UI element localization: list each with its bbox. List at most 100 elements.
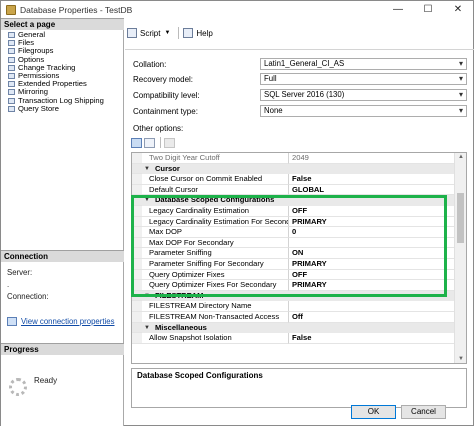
- property-row[interactable]: Query Optimizer Fixes For Secondary PRIMA…: [132, 280, 455, 291]
- database-properties-window: Database Properties - TestDB — ☐ ✕ Selec…: [0, 0, 474, 426]
- progress-spinner-icon: [9, 378, 27, 396]
- row-gutter: [132, 153, 142, 164]
- page-item[interactable]: Query Store: [1, 103, 124, 113]
- row-gutter: [132, 237, 142, 249]
- category-label: Cursor: [154, 163, 180, 173]
- connection-properties-icon: [7, 317, 17, 326]
- category-header[interactable]: ▼ FILESTREAM: [142, 290, 455, 302]
- property-value[interactable]: Off: [289, 312, 455, 323]
- collapse-chevron-icon[interactable]: ▼: [144, 195, 150, 206]
- collapse-chevron-icon[interactable]: ▼: [144, 291, 150, 302]
- main-panel: Script ▼ Help Collation: Latin1_General_…: [125, 18, 474, 426]
- property-value[interactable]: ON: [289, 248, 455, 259]
- property-row[interactable]: Legacy Cardinality Estimation OFF: [132, 206, 455, 217]
- page-item-label: Query Store: [18, 103, 59, 113]
- property-row[interactable]: Max DOP For Secondary: [132, 237, 455, 249]
- script-button[interactable]: Script ▼: [127, 28, 170, 38]
- category-header[interactable]: ▼ Database Scoped Configurations: [142, 195, 455, 206]
- page-icon: [8, 73, 15, 80]
- toolbar-divider: [125, 49, 474, 50]
- property-grid-scrollbar[interactable]: ▲ ▼: [454, 153, 466, 363]
- view-connection-properties-link[interactable]: View connection properties: [7, 317, 114, 326]
- category-label: Database Scoped Configurations: [154, 195, 275, 205]
- property-pages-icon[interactable]: [164, 137, 175, 148]
- help-button[interactable]: Help: [183, 28, 213, 38]
- property-grid[interactable]: Allow Snapshot Isolation False ▼ Miscellane…: [131, 152, 467, 364]
- collapse-chevron-icon[interactable]: ▼: [144, 323, 150, 334]
- property-row[interactable]: FILESTREAM Directory Name: [132, 301, 455, 312]
- row-gutter: [132, 248, 142, 259]
- collation-label: Collation:: [133, 60, 167, 69]
- category-row[interactable]: ▼ FILESTREAM: [132, 290, 455, 302]
- collation-select[interactable]: Latin1_General_CI_AS: [260, 58, 467, 70]
- property-name: Allow Snapshot Isolation: [142, 333, 289, 344]
- property-value[interactable]: 0: [289, 227, 455, 238]
- alphabetical-icon[interactable]: [144, 137, 155, 148]
- property-row[interactable]: Allow Snapshot Isolation False: [132, 333, 455, 344]
- scroll-up-icon[interactable]: ▲: [455, 154, 466, 160]
- category-row[interactable]: ▼ Database Scoped Configurations: [132, 195, 455, 206]
- window-controls: — ☐ ✕: [383, 1, 473, 18]
- database-icon: [6, 4, 16, 15]
- row-gutter: [132, 184, 142, 196]
- property-value[interactable]: [289, 238, 455, 249]
- recovery-model-select[interactable]: Full: [260, 73, 467, 85]
- help-label: Help: [196, 28, 213, 38]
- property-row[interactable]: Query Optimizer Fixes OFF: [132, 269, 455, 281]
- minimize-button[interactable]: —: [383, 1, 413, 18]
- compatibility-level-select[interactable]: SQL Server 2016 (130): [260, 89, 467, 101]
- row-gutter: [132, 290, 142, 302]
- property-row[interactable]: Two Digit Year Cutoff 2049: [132, 153, 455, 164]
- property-row[interactable]: Default Cursor GLOBAL: [132, 184, 455, 196]
- row-gutter: [132, 312, 142, 323]
- property-value[interactable]: 2049: [289, 153, 455, 164]
- connection-label: Connection:: [7, 292, 49, 301]
- scroll-down-icon[interactable]: ▼: [455, 356, 466, 362]
- row-gutter: [132, 322, 142, 334]
- property-row[interactable]: Legacy Cardinality Estimation For Second…: [132, 216, 455, 228]
- scroll-thumb[interactable]: [457, 193, 464, 243]
- property-value[interactable]: PRIMARY: [289, 280, 455, 291]
- description-panel: Database Scoped Configurations: [131, 368, 467, 408]
- close-button[interactable]: ✕: [443, 1, 473, 18]
- property-row[interactable]: FILESTREAM Non-Transacted Access Off: [132, 312, 455, 323]
- select-page-header: Select a page: [1, 18, 124, 30]
- property-row[interactable]: Parameter Sniffing ON: [132, 248, 455, 259]
- toolbar: Script ▼ Help: [125, 18, 474, 48]
- category-row[interactable]: ▼ Miscellaneous: [132, 322, 455, 334]
- category-header[interactable]: ▼ Cursor: [142, 163, 455, 175]
- property-value[interactable]: GLOBAL: [289, 185, 455, 196]
- progress-status: Ready: [34, 376, 58, 385]
- page-icon: [8, 81, 15, 88]
- category-header[interactable]: ▼ Miscellaneous: [142, 322, 455, 334]
- property-row[interactable]: Max DOP 0: [132, 227, 455, 238]
- row-gutter: [132, 301, 142, 312]
- view-connection-properties-label: View connection properties: [21, 317, 115, 326]
- containment-type-select[interactable]: None: [260, 105, 467, 117]
- property-name: Parameter Sniffing For Secondary: [142, 259, 289, 270]
- property-name: Max DOP: [142, 227, 289, 238]
- chevron-down-icon[interactable]: ▼: [164, 30, 170, 36]
- ok-button[interactable]: OK: [351, 405, 396, 419]
- category-row[interactable]: ▼ Cursor: [132, 163, 455, 175]
- property-value[interactable]: [289, 301, 455, 312]
- property-row[interactable]: Parameter Sniffing For Secondary PRIMARY: [132, 259, 455, 270]
- property-value[interactable]: OFF: [289, 270, 455, 281]
- cancel-button[interactable]: Cancel: [401, 405, 446, 419]
- toolbar-separator: [178, 27, 180, 39]
- compatibility-level-label: Compatibility level:: [133, 91, 200, 100]
- property-name: Legacy Cardinality Estimation For Second…: [142, 216, 289, 228]
- property-value[interactable]: PRIMARY: [289, 259, 455, 270]
- page-icon: [8, 40, 15, 47]
- property-value[interactable]: PRIMARY: [289, 217, 455, 228]
- property-name: Close Cursor on Commit Enabled: [142, 174, 289, 185]
- page-icon: [8, 48, 15, 55]
- categorized-icon[interactable]: [131, 137, 142, 148]
- property-value[interactable]: OFF: [289, 206, 455, 217]
- script-icon: [127, 28, 137, 38]
- property-value[interactable]: False: [289, 333, 455, 344]
- property-value[interactable]: False: [289, 174, 455, 185]
- collapse-chevron-icon[interactable]: ▼: [144, 164, 150, 175]
- maximize-button[interactable]: ☐: [413, 1, 443, 18]
- property-row[interactable]: Close Cursor on Commit Enabled False: [132, 174, 455, 185]
